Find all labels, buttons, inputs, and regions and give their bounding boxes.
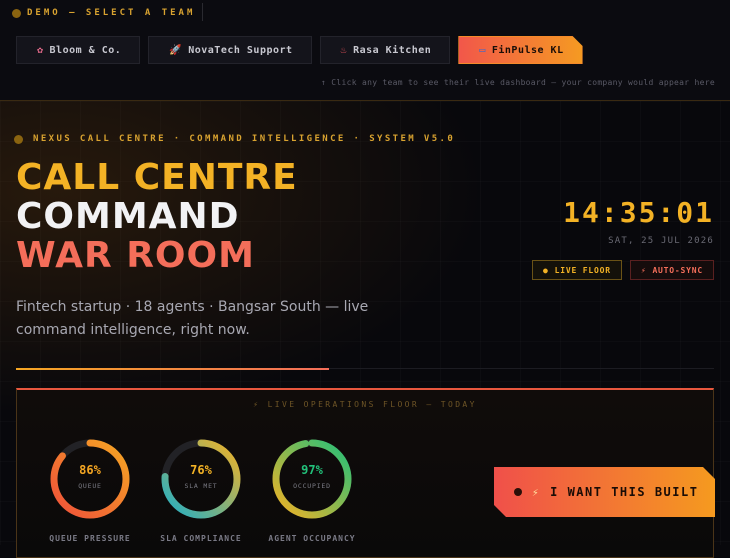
gauge-value: 76% bbox=[190, 463, 212, 477]
live-date: SAT, 25 JUL 2026 bbox=[608, 236, 714, 246]
bolt-icon: ⚡ bbox=[532, 485, 541, 499]
live-dot-icon: ● bbox=[543, 265, 549, 275]
gauge-caption: QUEUE PRESSURE bbox=[49, 534, 131, 543]
team-tab-novatech[interactable]: 🚀 NovaTech Support bbox=[148, 36, 312, 64]
demo-label: DEMO — SELECT A TEAM bbox=[12, 5, 195, 21]
gauge-caption: AGENT OCCUPANCY bbox=[268, 534, 356, 543]
gauge-caption: SLA COMPLIANCE bbox=[160, 534, 242, 543]
rocket-icon: 🚀 bbox=[169, 44, 183, 56]
title-line-1: CALL CENTRE bbox=[16, 157, 298, 198]
team-selector-bar: DEMO — SELECT A TEAM ✿ Bloom & Co. 🚀 Nov… bbox=[0, 0, 730, 101]
card-icon: ▭ bbox=[479, 44, 486, 56]
gauge-value: 97% bbox=[301, 463, 323, 477]
gauge-value: 86% bbox=[79, 463, 101, 477]
system-label: NEXUS CALL CENTRE · COMMAND INTELLIGENCE… bbox=[14, 134, 455, 144]
gauge-agent-occupancy: 97% OCCUPIED bbox=[269, 436, 355, 522]
i-want-this-built-button[interactable]: ⚡ I WANT THIS BUILT bbox=[494, 467, 715, 517]
gauge-queue-pressure: 86% QUEUE bbox=[47, 436, 133, 522]
gauge-sla-compliance: 76% SLA MET bbox=[158, 436, 244, 522]
team-tab-bloom[interactable]: ✿ Bloom & Co. bbox=[16, 36, 141, 64]
live-clock: 14:35:01 bbox=[563, 196, 714, 229]
team-tabs: ✿ Bloom & Co. 🚀 NovaTech Support ♨ Rasa … bbox=[16, 36, 583, 64]
cta-dot-icon bbox=[514, 488, 522, 496]
team-tab-rasa[interactable]: ♨ Rasa Kitchen bbox=[319, 36, 451, 64]
team-hint: ↑ Click any team to see their live dashb… bbox=[321, 78, 715, 87]
page-title: CALL CENTRE COMMAND WAR ROOM bbox=[16, 158, 298, 275]
gauge-ring bbox=[50, 439, 130, 519]
gauge-sublabel: SLA MET bbox=[184, 482, 218, 490]
auto-sync-badge: ⚡ AUTO-SYNC bbox=[629, 260, 714, 280]
gauge-sublabel: QUEUE bbox=[78, 482, 102, 490]
gauge-sublabel: OCCUPIED bbox=[293, 482, 331, 490]
flower-icon: ✿ bbox=[37, 44, 44, 56]
status-dot-icon bbox=[12, 8, 21, 18]
bolt-icon: ⚡ bbox=[640, 265, 647, 275]
system-dot-icon bbox=[14, 134, 23, 144]
food-icon: ♨ bbox=[340, 44, 348, 56]
gauge-ring bbox=[161, 439, 241, 519]
status-badges: ● LIVE FLOOR ⚡ AUTO-SYNC bbox=[532, 260, 714, 280]
gauge-arc bbox=[272, 439, 352, 519]
title-line-3: WAR ROOM bbox=[16, 235, 255, 276]
page-subtitle: Fintech startup · 18 agents · Bangsar So… bbox=[16, 299, 369, 338]
section-divider-accent bbox=[16, 368, 329, 370]
live-floor-badge: ● LIVE FLOOR bbox=[532, 260, 622, 280]
gauge-ring bbox=[272, 439, 352, 519]
title-line-2: COMMAND bbox=[16, 196, 240, 237]
ops-panel-label: ⚡ LIVE OPERATIONS FLOOR — TODAY bbox=[253, 400, 477, 409]
demo-separator bbox=[202, 3, 203, 21]
gauge-arc bbox=[50, 439, 130, 519]
team-tab-finpulse[interactable]: ▭ FinPulse KL bbox=[458, 36, 582, 64]
